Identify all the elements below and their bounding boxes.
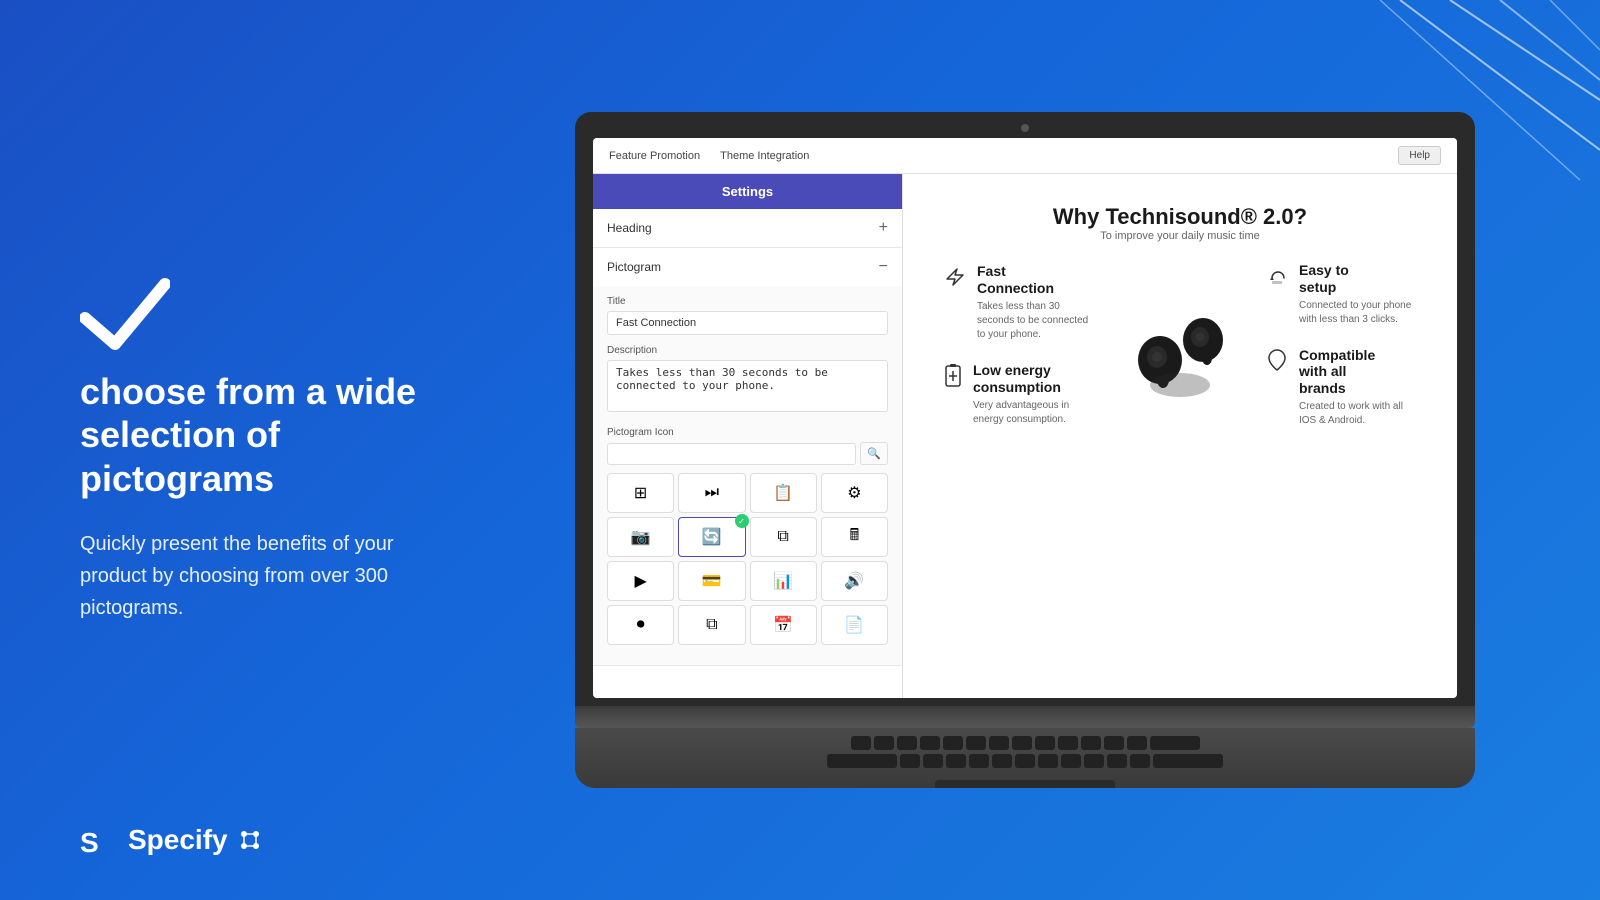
title-label: Title <box>607 296 888 307</box>
laptop-base <box>575 706 1475 728</box>
preview-heading-section: Why Technisound® 2.0? To improve your da… <box>943 204 1417 242</box>
compatible-text: Compatiblewith allbrands Created to work… <box>1299 347 1417 428</box>
compatible-desc: Created to work with all IOS & Android. <box>1299 400 1417 428</box>
nav-feature-promotion[interactable]: Feature Promotion <box>609 150 700 162</box>
keyboard <box>575 728 1475 776</box>
preview-subtitle: To improve your daily music time <box>943 230 1417 242</box>
low-energy-title: Low energyconsumption <box>973 362 1095 396</box>
title-input[interactable] <box>607 311 888 335</box>
feature-low-energy: Low energyconsumption Very advantageous … <box>943 362 1095 427</box>
features-left: FastConnection Takes less than 30 second… <box>943 263 1095 426</box>
selected-badge: ✓ <box>735 514 749 528</box>
icon-cell-stop[interactable]: ⏺ <box>607 605 674 645</box>
headline: choose from a wide selection of pictogra… <box>80 370 430 500</box>
product-image <box>1115 285 1245 405</box>
title-form-group: Title <box>607 296 888 335</box>
icon-cell-settings[interactable]: ⚙ <box>821 473 888 513</box>
feature-compatible: Compatiblewith allbrands Created to work… <box>1265 347 1417 428</box>
icon-cell-doc[interactable]: 📄 <box>821 605 888 645</box>
logo: S Specify <box>80 820 264 860</box>
heading-accordion: Heading + <box>593 209 902 248</box>
compatible-title: Compatiblewith allbrands <box>1299 347 1417 397</box>
compatible-icon <box>1265 349 1289 379</box>
fast-connection-icon <box>943 265 967 295</box>
icon-cell-calc[interactable]: 🖩 <box>821 517 888 557</box>
pictogram-collapse-icon: − <box>879 258 888 276</box>
laptop-screen: Feature Promotion Theme Integration Help… <box>593 138 1457 698</box>
description-form-group: Description Takes less than 30 seconds t… <box>607 345 888 417</box>
nav-left: Feature Promotion Theme Integration <box>609 150 809 162</box>
icon-cell-volume[interactable]: 🔊 <box>821 561 888 601</box>
laptop-screen-area: Feature Promotion Theme Integration Help… <box>575 112 1475 706</box>
preview-title: Why Technisound® 2.0? <box>943 204 1417 230</box>
icon-cell-clipboard[interactable]: 📋 <box>750 473 817 513</box>
easy-setup-text: Easy tosetup Connected to your phone wit… <box>1299 262 1417 327</box>
easy-setup-icon <box>1265 264 1289 294</box>
logo-dots-icon <box>236 826 264 854</box>
heading-accordion-label: Heading <box>607 221 652 235</box>
feature-fast-connection: FastConnection Takes less than 30 second… <box>943 263 1095 342</box>
top-nav: Feature Promotion Theme Integration Help <box>593 138 1457 174</box>
icon-cell-grid[interactable]: ⊞ <box>607 473 674 513</box>
low-energy-text: Low energyconsumption Very advantageous … <box>973 362 1095 427</box>
icon-search-row: 🔍 <box>607 442 888 465</box>
pictogram-accordion-header[interactable]: Pictogram − <box>593 248 902 286</box>
easy-setup-desc: Connected to your phone with less than 3… <box>1299 299 1417 327</box>
icon-cell-camera[interactable]: 📷 <box>607 517 674 557</box>
laptop-keyboard-area <box>575 728 1475 788</box>
left-panel: choose from a wide selection of pictogra… <box>0 216 490 684</box>
pictogram-accordion-body: Title Description Takes less than 30 sec… <box>593 286 902 665</box>
low-energy-icon <box>943 364 963 396</box>
pictogram-accordion-label: Pictogram <box>607 260 661 274</box>
settings-button[interactable]: Settings <box>593 174 902 209</box>
description-label: Description <box>607 345 888 356</box>
svg-text:S: S <box>80 827 99 858</box>
heading-accordion-header[interactable]: Heading + <box>593 209 902 247</box>
description-textarea[interactable]: Takes less than 30 seconds to be connect… <box>607 360 888 412</box>
right-panel: Feature Promotion Theme Integration Help… <box>490 112 1600 788</box>
icon-search-button[interactable]: 🔍 <box>860 442 888 465</box>
subtext: Quickly present the benefits of your pro… <box>80 528 430 624</box>
help-button[interactable]: Help <box>1398 146 1441 165</box>
icon-cell-forward[interactable]: ⏭ <box>678 473 745 513</box>
laptop-camera <box>1021 124 1029 132</box>
background: choose from a wide selection of pictogra… <box>0 0 1600 900</box>
icon-cell-sync[interactable]: 🔄 ✓ <box>678 517 745 557</box>
icon-grid: ⊞ ⏭ 📋 ⚙ 📷 🔄 ✓ <box>607 473 888 645</box>
pictogram-icon-label: Pictogram Icon <box>607 427 888 438</box>
icon-search-input[interactable] <box>607 443 856 465</box>
easy-setup-title: Easy tosetup <box>1299 262 1417 296</box>
specify-logo-icon: S <box>80 820 120 860</box>
earbuds-illustration <box>1115 285 1245 405</box>
features-grid: FastConnection Takes less than 30 second… <box>943 262 1417 428</box>
fast-connection-title: FastConnection <box>977 263 1095 297</box>
preview-panel: Why Technisound® 2.0? To improve your da… <box>903 174 1457 698</box>
nav-theme-integration[interactable]: Theme Integration <box>720 150 809 162</box>
icon-cell-card[interactable]: 💳 <box>678 561 745 601</box>
features-right: Easy tosetup Connected to your phone wit… <box>1265 262 1417 428</box>
logo-text: Specify <box>128 824 228 856</box>
main-area: Settings Heading + <box>593 174 1457 698</box>
low-energy-desc: Very advantageous in energy consumption. <box>973 399 1095 427</box>
feature-easy-setup: Easy tosetup Connected to your phone wit… <box>1265 262 1417 327</box>
pictogram-icon-form-group: Pictogram Icon 🔍 ⊞ ⏭ <box>607 427 888 645</box>
pictogram-accordion: Pictogram − Title <box>593 248 902 666</box>
icon-cell-chart[interactable]: 📊 <box>750 561 817 601</box>
icon-cell-play[interactable]: ▶ <box>607 561 674 601</box>
sidebar: Settings Heading + <box>593 174 903 698</box>
icon-cell-calendar[interactable]: 📅 <box>750 605 817 645</box>
icon-cell-layers[interactable]: ⧉ <box>678 605 745 645</box>
heading-expand-icon: + <box>879 219 888 237</box>
fast-connection-text: FastConnection Takes less than 30 second… <box>977 263 1095 342</box>
fast-connection-desc: Takes less than 30 seconds to be connect… <box>977 300 1095 342</box>
icon-cell-copy[interactable]: ⧉ <box>750 517 817 557</box>
laptop: Feature Promotion Theme Integration Help… <box>575 112 1475 788</box>
checkmark-icon <box>80 276 170 346</box>
